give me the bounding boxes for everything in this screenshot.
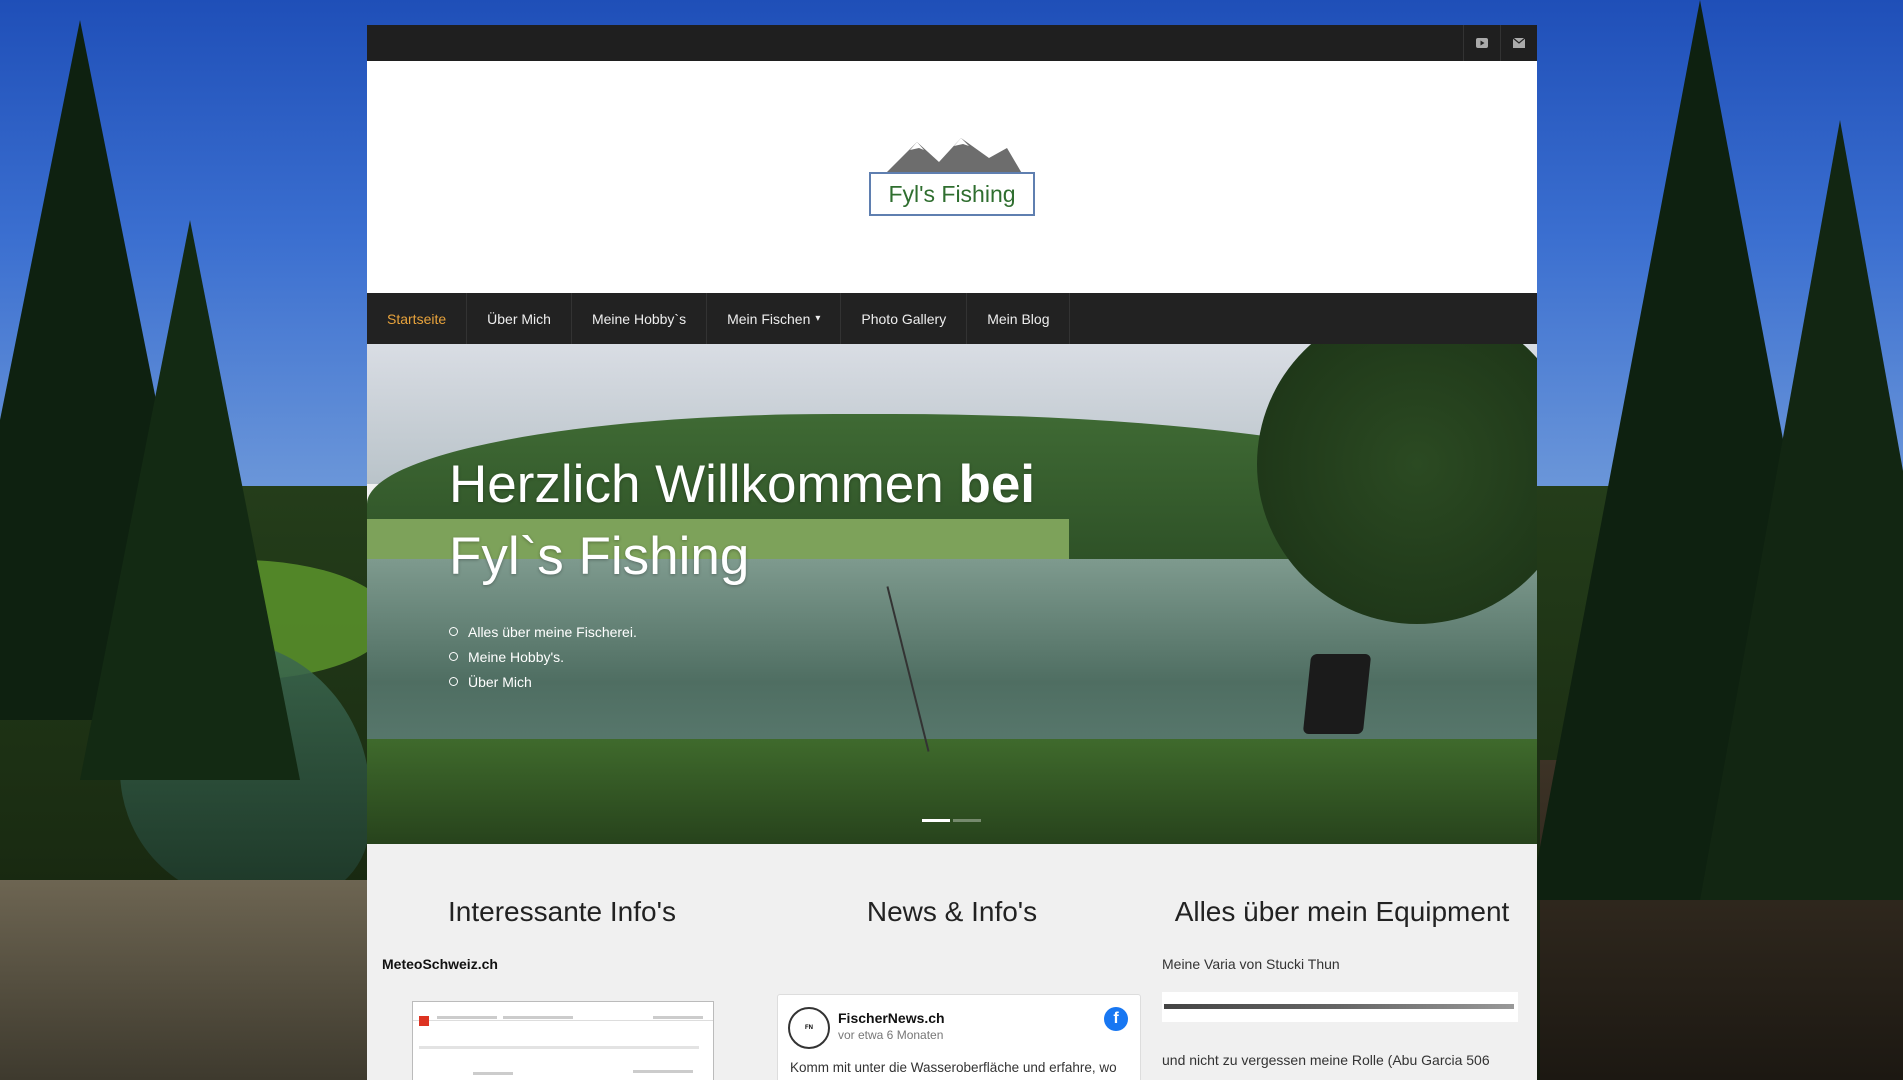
- hero-title-bold: bei: [958, 455, 1036, 514]
- page-avatar: FN: [788, 1007, 830, 1049]
- hero-list: Alles über meine Fischerei. Meine Hobby'…: [449, 619, 637, 694]
- circle-bullet-icon: [449, 677, 458, 686]
- nav-item-startseite[interactable]: Startseite: [367, 293, 468, 344]
- equipment-text-1: Meine Varia von Stucki Thun: [1162, 956, 1340, 972]
- column-info: Interessante Info's MeteoSchweiz.ch: [367, 844, 757, 1080]
- hero-slider: Herzlich Willkommen bei Fyl`s Fishing Al…: [367, 344, 1537, 844]
- nav-item-mein-blog[interactable]: Mein Blog: [967, 293, 1071, 344]
- list-item-text: Meine Hobby's.: [468, 648, 565, 665]
- slider-dot-1[interactable]: [922, 819, 950, 822]
- social-links: [1463, 25, 1537, 61]
- page-container: Fyl's Fishing Startseite Über Mich Meine…: [367, 25, 1537, 1080]
- fishing-rod-image: [1162, 992, 1518, 1022]
- site-logo[interactable]: Fyl's Fishing: [869, 136, 1035, 218]
- nav-item-ueber-mich[interactable]: Über Mich: [467, 293, 572, 344]
- hero-title: Herzlich Willkommen bei Fyl`s Fishing: [449, 449, 1035, 593]
- equipment-text-2: und nicht zu vergessen meine Rolle (Abu …: [1162, 1052, 1490, 1068]
- list-item: Alles über meine Fischerei.: [449, 619, 637, 644]
- hero-title-light: Herzlich Willkommen: [449, 455, 959, 514]
- chevron-down-icon: ▾: [815, 313, 821, 324]
- column-heading: Interessante Info's: [448, 896, 676, 927]
- hero-title-line2: Fyl`s Fishing: [449, 527, 750, 586]
- nav-item-photo-gallery[interactable]: Photo Gallery: [841, 293, 968, 344]
- nav-label: Mein Blog: [987, 310, 1050, 327]
- youtube-icon[interactable]: [1463, 25, 1500, 61]
- content-columns: Interessante Info's MeteoSchweiz.ch News…: [367, 844, 1537, 1080]
- nav-label: Über Mich: [487, 310, 551, 327]
- nav-label: Mein Fischen: [727, 310, 811, 327]
- list-item-text: Über Mich: [468, 673, 532, 690]
- column-heading: News & Info's: [866, 896, 1038, 927]
- nav-item-mein-fischen[interactable]: Mein Fischen ▾: [707, 293, 842, 344]
- nav-label: Photo Gallery: [861, 310, 947, 327]
- facebook-icon[interactable]: f: [1104, 1007, 1128, 1031]
- list-item: Meine Hobby's.: [449, 644, 637, 669]
- column-news: News & Info's FN FischerNews.ch vor etwa…: [757, 844, 1147, 1080]
- column-heading: Alles über mein Equipment: [1174, 896, 1510, 927]
- post-page-name[interactable]: FischerNews.ch: [838, 1010, 945, 1026]
- circle-bullet-icon: [449, 627, 458, 636]
- post-text: Komm mit unter die Wasseroberfläche und …: [790, 1060, 1124, 1080]
- nav-item-meine-hobbys[interactable]: Meine Hobby`s: [572, 293, 708, 344]
- meteo-screenshot[interactable]: [412, 1001, 714, 1080]
- nav-label: Startseite: [387, 310, 447, 327]
- main-navigation: Startseite Über Mich Meine Hobby`s Mein …: [367, 293, 1537, 344]
- slider-dot-2[interactable]: [953, 819, 981, 822]
- envelope-icon[interactable]: [1500, 25, 1537, 61]
- list-item-text: Alles über meine Fischerei.: [468, 623, 637, 640]
- meteo-link[interactable]: MeteoSchweiz.ch: [382, 956, 498, 972]
- list-item: Über Mich: [449, 669, 637, 694]
- facebook-post[interactable]: FN FischerNews.ch vor etwa 6 Monaten f K…: [777, 994, 1141, 1080]
- site-header: Fyl's Fishing: [367, 61, 1537, 293]
- circle-bullet-icon: [449, 652, 458, 661]
- post-timestamp: vor etwa 6 Monaten: [838, 1028, 944, 1042]
- top-bar: [367, 25, 1537, 61]
- column-equipment: Alles über mein Equipment Meine Varia vo…: [1147, 844, 1537, 1080]
- logo-text: Fyl's Fishing: [888, 180, 1016, 207]
- slider-dots: [922, 819, 981, 822]
- nav-label: Meine Hobby`s: [591, 310, 687, 327]
